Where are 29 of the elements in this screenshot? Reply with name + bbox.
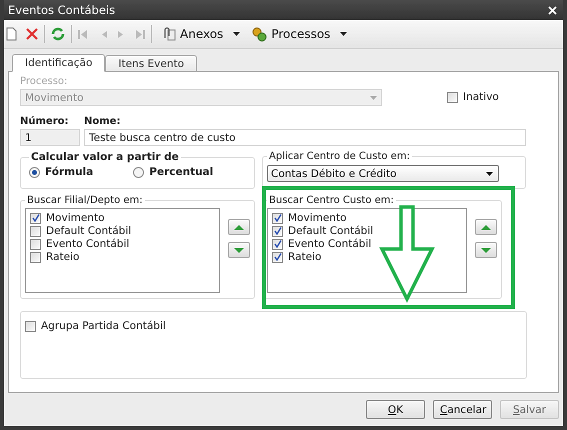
- field-label: Processo:: [20, 76, 68, 87]
- number-field[interactable]: 1: [20, 129, 80, 146]
- list-item-label[interactable]: Evento Contábil: [46, 238, 130, 250]
- list-item-label[interactable]: Movimento: [288, 212, 346, 224]
- group-title: Buscar Centro Custo em:: [268, 195, 395, 206]
- radio-label[interactable]: Fórmula: [45, 166, 94, 178]
- dialog-button[interactable]: OK: [366, 400, 425, 419]
- list-item-label[interactable]: Default Contábil: [288, 225, 374, 237]
- group-title: Buscar Filial/Depto em:: [26, 195, 144, 206]
- list-item-label[interactable]: Movimento: [46, 212, 104, 224]
- checkbox-label[interactable]: Agrupa Partida Contábil: [41, 320, 166, 332]
- field-label: Número:: [20, 116, 70, 127]
- list-item-label[interactable]: Evento Contábil: [288, 238, 372, 250]
- list-item-label[interactable]: Rateio: [46, 251, 80, 263]
- group-title: Calcular valor a partir de: [30, 151, 180, 163]
- group-title: Aplicar Centro de Custo em:: [268, 151, 411, 162]
- list-item-label[interactable]: Default Contábil: [46, 225, 132, 237]
- toolbar-menu[interactable]: Anexos: [158, 27, 244, 41]
- radio-label[interactable]: Percentual: [149, 166, 214, 178]
- name-field[interactable]: Teste busca centro de custo: [84, 129, 526, 146]
- dialog-button[interactable]: Cancelar: [433, 400, 492, 419]
- list-item-label[interactable]: Rateio: [288, 251, 322, 263]
- checkbox-label[interactable]: Inativo: [463, 91, 499, 103]
- toolbar-menu[interactable]: Processos: [247, 26, 352, 42]
- window-title: Eventos Contábeis: [8, 3, 116, 17]
- tab[interactable]: Identificação: [12, 54, 106, 72]
- field-label: Nome:: [84, 116, 122, 127]
- tab[interactable]: Itens Evento: [105, 55, 198, 72]
- cost-center-dropdown[interactable]: Contas Débito e Crédito: [267, 165, 499, 182]
